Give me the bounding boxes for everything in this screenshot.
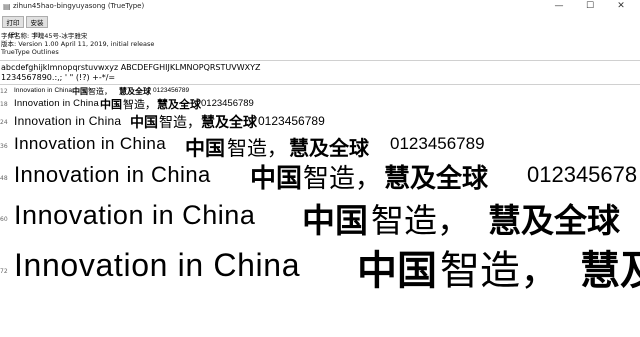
latin-sample: Innovation in China <box>14 247 301 283</box>
latin-sample: Innovation in China <box>14 87 73 94</box>
close-button[interactable]: ✕ <box>608 0 634 12</box>
cjk-sample-a: 中国 <box>250 164 303 194</box>
latin-sample: Innovation in China <box>14 200 256 230</box>
minimize-button[interactable]: — <box>546 0 572 12</box>
divider <box>0 60 640 61</box>
sample-row-48: 48 Innovation in China 中国 智造， 慧及全球 01234… <box>0 158 640 194</box>
size-label: 12 <box>0 88 8 95</box>
font-outline-type: TrueType Outlines <box>1 48 59 56</box>
divider <box>0 84 640 85</box>
maximize-button[interactable]: ☐ <box>577 0 603 12</box>
latin-sample: Innovation in China <box>14 162 211 187</box>
digits-sample: 0123456789 <box>201 98 254 109</box>
cjk-sample-a: 中国 <box>185 136 225 160</box>
latin-sample: Innovation in China <box>14 114 122 128</box>
size-label: 60 <box>0 216 8 223</box>
latin-sample: Innovation in China <box>14 134 167 153</box>
cjk-sample-c: 慧及全球 <box>488 201 620 240</box>
cjk-sample-a: 中国 <box>302 201 368 240</box>
font-file-icon: ▤ <box>3 2 11 11</box>
cjk-sample-c: 慧及全球 <box>201 115 257 131</box>
size-label: 36 <box>0 143 8 150</box>
sample-row-36: 36 Innovation in China 中国 智造， 慧及全球 01234… <box>0 132 640 160</box>
alphabet-sample: abcdefghijklmnopqrstuvwxyz ABCDEFGHIJKLM… <box>1 63 261 72</box>
font-name: 字体名称: 字魂45号-冰宇雅宋 <box>1 32 88 40</box>
cjk-sample-b: 智造， <box>440 248 560 294</box>
cjk-sample-a: 中国 <box>357 247 437 294</box>
cjk-sample-c: 慧及 <box>580 247 640 294</box>
cjk-sample-b: 智造， <box>123 98 156 111</box>
sample-row-60: 60 Innovation in China 中国 智造， 慧及全球 <box>0 194 640 240</box>
cjk-sample-c: 慧及全球 <box>157 98 201 111</box>
sample-row-72: 72 Innovation in China 中国 智造， 慧及 <box>0 238 640 294</box>
cjk-sample-b: 智造， <box>371 201 470 240</box>
install-button[interactable]: 安装(I) <box>26 16 48 39</box>
cjk-sample-b: 智造， <box>159 115 201 131</box>
digits-sample: 0123456789 <box>258 114 325 128</box>
size-label: 24 <box>0 119 8 126</box>
numbers-sample: 1234567890.:,; ' " (!?) +-*/= <box>1 73 116 82</box>
size-label: 72 <box>0 268 8 275</box>
digits-sample: 0123456789 <box>153 87 190 94</box>
cjk-sample-a: 中国 <box>130 115 158 131</box>
digits-sample: 012345678 <box>527 162 638 187</box>
size-label: 48 <box>0 175 8 182</box>
cjk-sample-c: 慧及全球 <box>384 164 489 194</box>
sample-row-24: 24 Innovation in China 中国 智造， 慧及全球 01234… <box>0 112 640 132</box>
cjk-sample-b: 智造， <box>303 164 382 194</box>
font-version: 版本: Version 1.00 April 11, 2019, initial… <box>1 40 155 48</box>
window-title: zihun45hao-bingyuyasong (TrueType) <box>13 2 145 10</box>
digits-sample: 0123456789 <box>390 134 485 153</box>
cjk-sample-a: 中国 <box>100 98 122 111</box>
cjk-sample-c: 慧及全球 <box>289 136 369 160</box>
sample-row-18: 18 Innovation in China 中国 智造， 慧及全球 01234… <box>0 96 640 112</box>
toolbar: 打印(P) 安装(I) <box>0 14 640 39</box>
print-button[interactable]: 打印(P) <box>2 16 24 39</box>
size-label: 18 <box>0 101 8 108</box>
cjk-sample-b: 智造， <box>227 136 287 160</box>
scrollbar[interactable] <box>632 31 640 337</box>
title-bar: ▤ zihun45hao-bingyuyasong (TrueType) — ☐… <box>0 0 640 13</box>
latin-sample: Innovation in China <box>14 98 99 109</box>
